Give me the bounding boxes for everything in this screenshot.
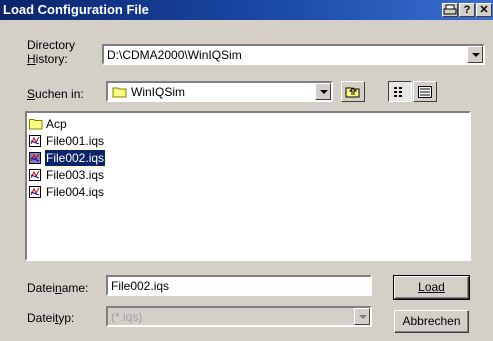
list-view-button[interactable] — [388, 81, 412, 102]
look-in-value: WinIQSim — [131, 85, 185, 99]
directory-history-combo[interactable]: D:\CDMA2000\WinIQSim — [102, 44, 485, 65]
filename-value: File002.iqs — [111, 279, 170, 293]
help-icon[interactable]: ? — [459, 3, 475, 17]
up-folder-button[interactable] — [341, 81, 365, 102]
folder-icon — [112, 86, 128, 101]
file-list[interactable]: Acp File001.iqs File002.iqs File003.iqs … — [25, 111, 471, 261]
look-in-combo[interactable]: WinIQSim — [106, 81, 333, 102]
chevron-down-icon[interactable] — [354, 308, 370, 325]
chevron-down-icon[interactable] — [467, 46, 483, 63]
close-icon[interactable]: ✕ — [476, 3, 492, 17]
filetype-value: (*.iqs) — [111, 310, 143, 324]
iqs-file-icon — [29, 152, 41, 164]
iqs-file-icon — [29, 169, 41, 181]
look-in-label: Suchen in: — [27, 87, 84, 101]
iqs-file-icon — [29, 135, 41, 147]
print-icon[interactable] — [442, 3, 458, 17]
directory-history-value: D:\CDMA2000\WinIQSim — [107, 48, 242, 62]
chevron-down-icon[interactable] — [315, 83, 331, 100]
window-title: Load Configuration File — [3, 2, 149, 17]
folder-icon — [29, 118, 43, 130]
directory-history-label: Directory History: — [27, 38, 76, 66]
cancel-button[interactable]: Abbrechen — [394, 310, 469, 333]
filename-input[interactable]: File002.iqs — [106, 275, 372, 296]
filetype-label: Dateityp: — [27, 311, 75, 325]
filename-label: Dateiname: — [27, 281, 89, 295]
load-button[interactable]: Load — [393, 275, 470, 300]
filetype-combo[interactable]: (*.iqs) — [106, 306, 372, 327]
iqs-file-icon — [29, 186, 41, 198]
details-view-button[interactable] — [413, 81, 437, 102]
